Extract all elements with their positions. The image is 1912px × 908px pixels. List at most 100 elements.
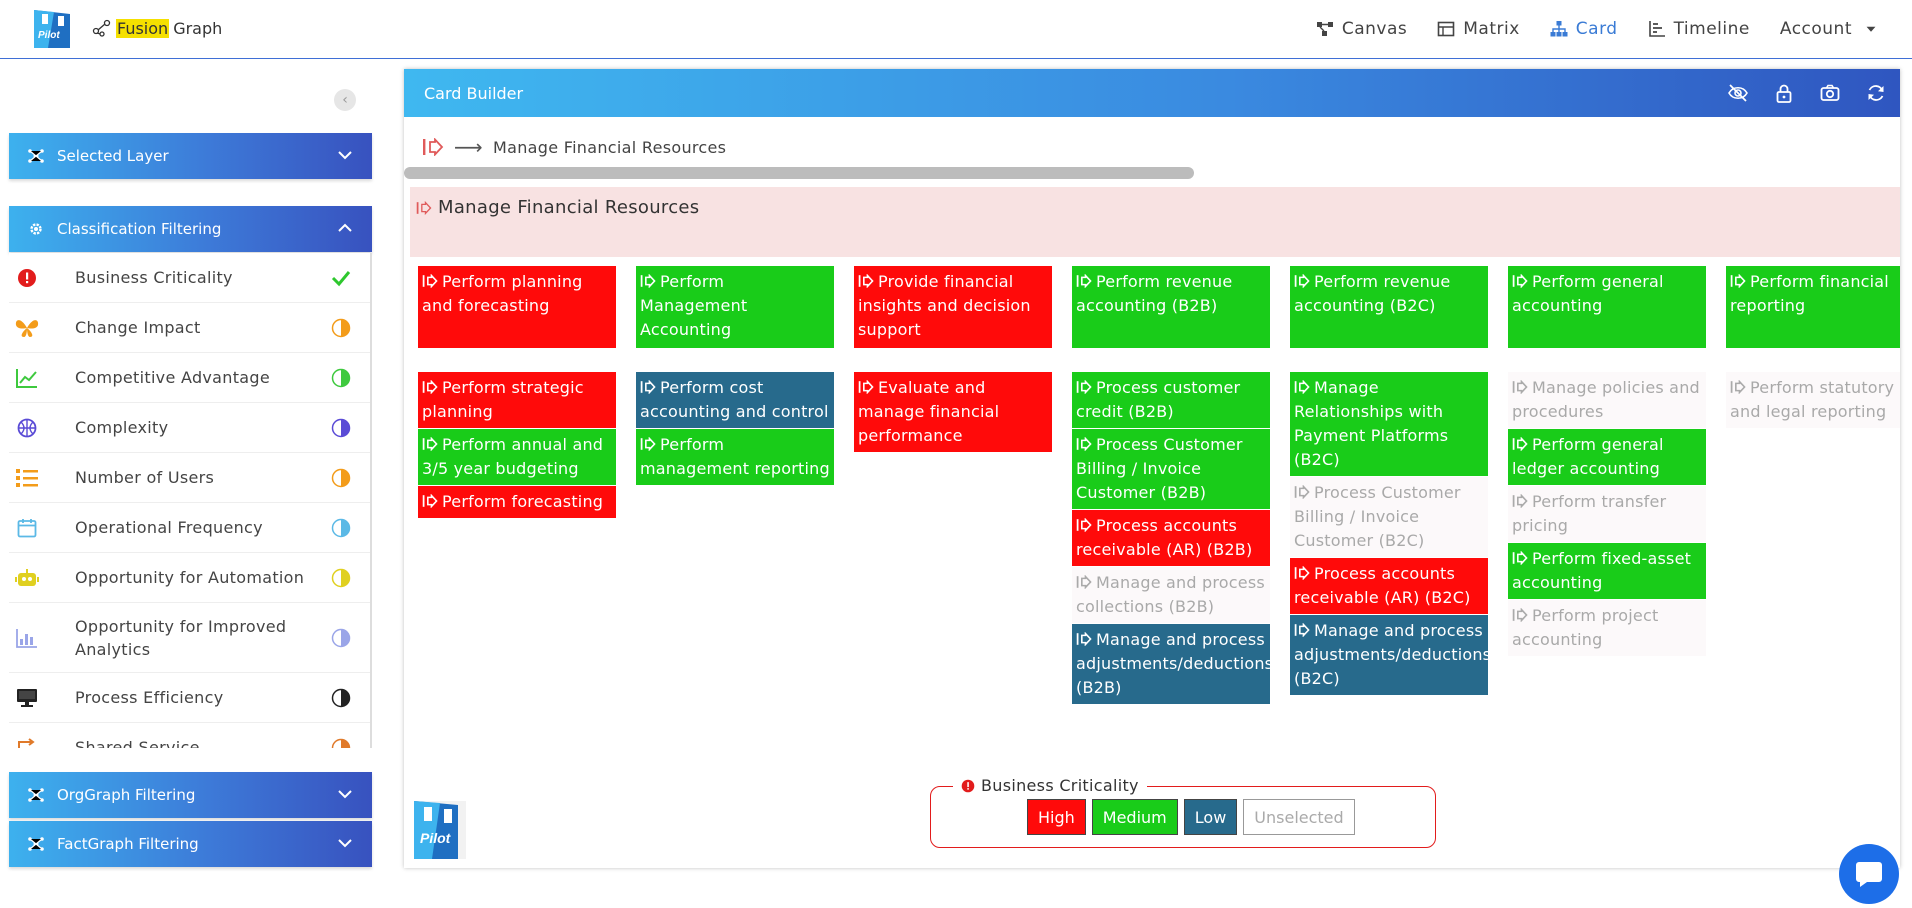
list-item[interactable]: Opportunity for Automation xyxy=(9,553,370,603)
nav-card[interactable]: Card xyxy=(1550,19,1618,39)
step-forward-icon xyxy=(640,437,656,451)
half-circle-icon[interactable] xyxy=(331,468,351,488)
classification-filtering-header[interactable]: Classification Filtering xyxy=(9,206,372,252)
card-level2[interactable]: Perform management reporting xyxy=(636,429,834,485)
half-circle-icon[interactable] xyxy=(331,368,351,388)
step-forward-icon xyxy=(422,274,438,288)
lock-icon[interactable] xyxy=(1774,83,1794,103)
legend-high-button[interactable]: High xyxy=(1027,799,1086,835)
list-item[interactable]: Business Criticality xyxy=(9,253,370,303)
card-level2[interactable]: Perform strategic planning xyxy=(418,372,616,428)
factgraph-filtering-header[interactable]: FactGraph Filtering xyxy=(9,821,372,867)
step-forward-icon xyxy=(1512,608,1528,622)
breadcrumb-item[interactable]: Manage Financial Resources xyxy=(493,138,726,157)
eye-slash-icon[interactable] xyxy=(1728,83,1748,103)
list-item[interactable]: Shared Service xyxy=(9,723,370,748)
half-circle-icon[interactable] xyxy=(331,688,351,708)
list-item[interactable]: Competitive Advantage xyxy=(9,353,370,403)
orggraph-filtering-header[interactable]: OrgGraph Filtering xyxy=(9,772,372,818)
legend-medium-button[interactable]: Medium xyxy=(1091,799,1178,835)
card-level2[interactable]: Perform project accounting xyxy=(1508,600,1706,656)
users-list-icon xyxy=(15,466,39,490)
nav-account[interactable]: Account xyxy=(1780,19,1876,39)
step-forward-icon xyxy=(1512,494,1528,508)
list-item[interactable]: Number of Users xyxy=(9,453,370,503)
step-forward-icon[interactable] xyxy=(422,138,444,156)
list-item[interactable]: Opportunity for Improved Analytics xyxy=(9,603,370,673)
card-level2[interactable]: Evaluate and manage financial performanc… xyxy=(854,372,1052,452)
exclamation-circle-icon xyxy=(15,266,39,290)
card-level2[interactable]: Process accounts receivable (AR) (B2B) xyxy=(1072,510,1270,566)
step-forward-icon xyxy=(1076,274,1092,288)
step-forward-icon xyxy=(1730,274,1746,288)
brand-name[interactable]: Fusion Graph xyxy=(92,18,222,38)
refresh-icon[interactable] xyxy=(1866,83,1886,103)
horizontal-scrollbar[interactable] xyxy=(404,167,1194,179)
card-level2[interactable]: Process accounts receivable (AR) (B2C) xyxy=(1290,558,1488,614)
card-level2[interactable]: Perform general ledger accounting xyxy=(1508,429,1706,485)
card-level1[interactable]: Perform financial reporting xyxy=(1726,266,1900,348)
card-level1[interactable]: Perform planning and forecasting xyxy=(418,266,616,348)
pilot-logo[interactable]: Pilot xyxy=(34,10,70,48)
half-circle-icon[interactable] xyxy=(331,568,351,588)
card-level2[interactable]: Manage and process adjustments/deduction… xyxy=(1290,615,1491,695)
pilot-logo-small: Pilot xyxy=(414,801,466,859)
nav-canvas[interactable]: Canvas xyxy=(1316,19,1407,39)
card-level2[interactable]: Process Customer Billing / Invoice Custo… xyxy=(1072,429,1270,509)
legend-unselected-button[interactable]: Unselected xyxy=(1243,799,1355,835)
card-level2[interactable]: Manage Relationships with Payment Platfo… xyxy=(1290,372,1488,476)
card-level2[interactable]: Manage and process adjustments/deduction… xyxy=(1072,624,1273,704)
step-forward-icon xyxy=(1076,518,1092,532)
card-label: Evaluate and manage financial performanc… xyxy=(858,378,1000,445)
half-circle-icon[interactable] xyxy=(331,318,351,338)
camera-icon[interactable] xyxy=(1820,83,1840,103)
card-level1[interactable]: Provide financial insights and decision … xyxy=(854,266,1052,348)
card-level2[interactable]: Perform fixed-asset accounting xyxy=(1508,543,1706,599)
card-level2[interactable]: Manage and process collections (B2B) xyxy=(1072,567,1270,623)
step-forward-icon xyxy=(422,494,438,508)
sidebar-collapse-button[interactable]: ‹ xyxy=(334,89,356,111)
half-circle-icon[interactable] xyxy=(331,518,351,538)
card-label: Perform strategic planning xyxy=(422,378,584,421)
card-label: Perform revenue accounting (B2B) xyxy=(1076,272,1233,315)
nav-timeline[interactable]: Timeline xyxy=(1648,19,1750,39)
step-forward-icon xyxy=(1730,380,1746,394)
card-level1[interactable]: Perform general accounting xyxy=(1508,266,1706,348)
card-level2[interactable]: Process customer credit (B2B) xyxy=(1072,372,1270,428)
half-circle-icon[interactable] xyxy=(331,418,351,438)
card-level1[interactable]: Perform revenue accounting (B2B) xyxy=(1072,266,1270,348)
half-circle-icon[interactable] xyxy=(331,628,351,648)
list-item[interactable]: Operational Frequency xyxy=(9,503,370,553)
list-item[interactable]: Change Impact xyxy=(9,303,370,353)
card-level2[interactable]: Perform annual and 3/5 year budgeting xyxy=(418,429,616,485)
list-item[interactable]: Complexity xyxy=(9,403,370,453)
chat-button[interactable] xyxy=(1839,844,1899,904)
card-level2[interactable]: Perform transfer pricing xyxy=(1508,486,1706,542)
card-label: Perform revenue accounting (B2C) xyxy=(1294,272,1451,315)
card-level2[interactable]: Perform statutory and legal reporting xyxy=(1726,372,1900,428)
layers-icon xyxy=(28,149,44,163)
card-level1[interactable]: Perform revenue accounting (B2C) xyxy=(1290,266,1488,348)
legend-low-button[interactable]: Low xyxy=(1183,799,1238,835)
check-icon[interactable] xyxy=(331,268,351,288)
half-circle-icon[interactable] xyxy=(331,738,351,749)
card-label: Perform annual and 3/5 year budgeting xyxy=(422,435,604,478)
card-label: Perform financial reporting xyxy=(1730,272,1889,315)
nav-matrix[interactable]: Matrix xyxy=(1437,19,1520,39)
root-card[interactable]: Manage Financial Resources xyxy=(410,187,1900,257)
card-level2[interactable]: Process Customer Billing / Invoice Custo… xyxy=(1290,477,1488,557)
card-level2[interactable]: Perform forecasting xyxy=(418,486,616,518)
card-level2[interactable]: Manage policies and procedures xyxy=(1508,372,1706,428)
card-level1[interactable]: Perform Management Accounting xyxy=(636,266,834,348)
card-label: Process Customer Billing / Invoice Custo… xyxy=(1294,483,1461,550)
chat-bubble-icon xyxy=(1856,862,1882,887)
classification-list[interactable]: Business Criticality Change Impact Compe… xyxy=(9,253,372,748)
list-item[interactable]: Process Efficiency xyxy=(9,673,370,723)
exclamation-circle-icon xyxy=(961,779,975,792)
chevron-down-icon xyxy=(338,151,352,160)
card-label: Perform planning and forecasting xyxy=(422,272,583,315)
card-level2[interactable]: Perform cost accounting and control xyxy=(636,372,834,428)
selected-layer-header[interactable]: Selected Layer xyxy=(9,133,372,179)
robot-icon xyxy=(15,566,39,590)
step-forward-icon xyxy=(1076,437,1092,451)
